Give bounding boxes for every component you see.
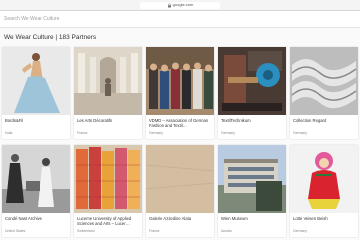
partner-name: Lotte Veisen Beish bbox=[293, 216, 328, 221]
partner-image bbox=[146, 145, 214, 213]
partner-country: Switzerland bbox=[77, 229, 95, 233]
partner-image bbox=[74, 47, 142, 115]
address-bar[interactable]: google.com bbox=[140, 1, 220, 9]
partner-name: VDMD – Association of German Fashion and… bbox=[149, 118, 209, 128]
partner-country: India bbox=[5, 131, 13, 135]
partner-card-galerie-azzedine-alaia[interactable]: Galerie Azzedine Alaïa France bbox=[146, 145, 214, 237]
partner-image bbox=[290, 145, 358, 213]
partner-card-les-arts-decoratifs[interactable]: Les Arts Décoratifs France bbox=[74, 47, 142, 139]
partner-card-lotte-veisen-beish[interactable]: Lotte Veisen Beish Germany bbox=[290, 145, 358, 237]
partner-name: Galerie Azzedine Alaïa bbox=[149, 216, 192, 221]
partner-country: Germany bbox=[149, 131, 163, 135]
browser-toolbar: google.com bbox=[0, 0, 360, 11]
partner-country: Austria bbox=[221, 229, 232, 233]
partner-card-textiltechnikum[interactable]: TextilTechnikum Germany bbox=[218, 47, 286, 139]
partner-card-conde-nast-archive[interactable]: Condé Nast Archive United States bbox=[2, 145, 70, 237]
partner-image bbox=[2, 47, 70, 115]
page-title: We Wear Culture | 183 Partners bbox=[4, 34, 97, 41]
partner-country: Germany bbox=[293, 131, 307, 135]
partner-image bbox=[74, 145, 142, 213]
partner-card-bords-fil[interactable]: Bords&Fil India bbox=[2, 47, 70, 139]
partner-name: Wien Museum bbox=[221, 216, 248, 221]
address-bar-url: google.com bbox=[172, 2, 194, 7]
partner-card-lucerne-university[interactable]: Lucerne University of Applied Sciences a… bbox=[74, 145, 142, 237]
partner-name: Bords&Fil bbox=[5, 118, 24, 123]
partner-country: United States bbox=[5, 229, 26, 233]
partner-image bbox=[218, 145, 286, 213]
lock-icon bbox=[167, 3, 171, 7]
partner-name: Lucerne University of Applied Sciences a… bbox=[77, 216, 132, 226]
search-bar bbox=[0, 11, 360, 28]
partner-name: Les Arts Décoratifs bbox=[77, 118, 113, 123]
partner-name: TextilTechnikum bbox=[221, 118, 251, 123]
partner-country: France bbox=[149, 229, 160, 233]
page: We Wear Culture | 183 Partners Bords&Fil… bbox=[0, 11, 360, 240]
partner-country: France bbox=[77, 131, 88, 135]
partner-card-vdmd[interactable]: VDMD – Association of German Fashion and… bbox=[146, 47, 214, 139]
partner-card-wien-museum[interactable]: Wien Museum Austria bbox=[218, 145, 286, 237]
partner-grid: Bords&Fil India Les Arts Décoratifs Fran… bbox=[2, 47, 358, 237]
partner-image bbox=[290, 47, 358, 115]
partner-name: Condé Nast Archive bbox=[5, 216, 43, 221]
search-input[interactable] bbox=[4, 14, 164, 24]
partner-name: Collection Regard bbox=[293, 118, 327, 123]
partner-card-collection-regard[interactable]: Collection Regard Germany bbox=[290, 47, 358, 139]
partner-image bbox=[218, 47, 286, 115]
partner-image bbox=[146, 47, 214, 115]
partner-image bbox=[2, 145, 70, 213]
partner-country: Germany bbox=[221, 131, 235, 135]
partner-country: Germany bbox=[293, 229, 307, 233]
